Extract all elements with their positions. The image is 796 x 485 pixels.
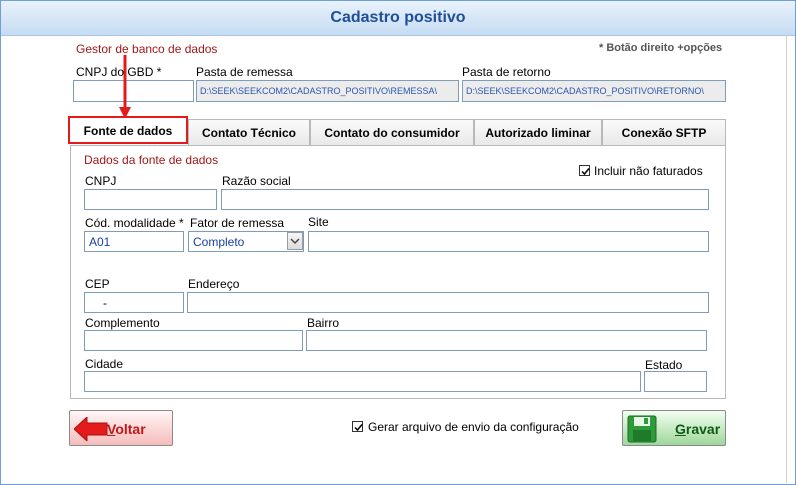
gravar-mnemonic: G (675, 421, 686, 437)
title-bar: Cadastro positivo (1, 1, 795, 36)
pasta-remessa-label: Pasta de remessa (196, 65, 293, 79)
fator-dropdown-button[interactable] (287, 232, 303, 250)
complemento-input[interactable] (84, 330, 303, 351)
pasta-remessa-input[interactable]: D:\SEEK\SEEKCOM2\CADASTRO_POSITIVO\REMES… (196, 80, 459, 102)
tab-autorizado-liminar[interactable]: Autorizado liminar (474, 119, 602, 145)
incluir-checkbox[interactable] (579, 165, 590, 176)
gerar-checkbox[interactable] (352, 421, 363, 432)
endereco-input[interactable] (187, 292, 709, 313)
estado-label: Estado (645, 358, 683, 372)
tab-conexao-sftp[interactable]: Conexão SFTP (602, 119, 726, 145)
modalidade-input[interactable]: A01 (84, 231, 184, 252)
cnpj-input[interactable] (84, 189, 217, 210)
cidade-label: Cidade (85, 357, 124, 371)
site-input[interactable] (308, 231, 709, 252)
bairro-label: Bairro (307, 316, 340, 330)
voltar-button[interactable]: Voltar (69, 410, 173, 446)
check-icon (354, 424, 363, 432)
razao-input[interactable] (221, 189, 709, 210)
annotation-arrow-icon (119, 55, 131, 119)
incluir-label: Incluir não faturados (594, 164, 703, 178)
cep-label: CEP (85, 277, 110, 291)
bairro-input[interactable] (306, 330, 707, 351)
arrow-left-icon (74, 417, 108, 441)
tab-contato-consumidor[interactable]: Contato do consumidor (310, 119, 474, 145)
endereco-label: Endereço (188, 277, 240, 291)
gravar-button[interactable]: Gravar (622, 410, 726, 446)
window: Cadastro positivo Gestor de banco de dad… (0, 0, 796, 485)
cep-input[interactable]: - (84, 292, 184, 313)
tab-contato-tecnico[interactable]: Contato Técnico (188, 119, 310, 145)
floppy-disk-icon (627, 415, 657, 443)
window-edge (786, 35, 787, 483)
chevron-down-icon (290, 238, 300, 245)
site-label: Site (308, 215, 329, 229)
gestor-label: Gestor de banco de dados (76, 42, 218, 56)
tab-fonte-de-dados[interactable]: Fonte de dados (68, 116, 188, 144)
cnpj-gbd-input[interactable] (73, 80, 194, 102)
check-icon (581, 168, 590, 176)
hint-text: * Botão direito +opções (599, 42, 723, 54)
gerar-label: Gerar arquivo de envio da configuração (368, 420, 579, 434)
section-title: Dados da fonte de dados (84, 153, 219, 167)
voltar-label: Voltar (107, 421, 146, 437)
gravar-label-rest: ravar (685, 421, 721, 437)
tab-panel (70, 145, 726, 399)
gravar-label: Gravar (675, 421, 720, 437)
estado-input[interactable] (644, 371, 707, 392)
modalidade-label: Cód. modalidade * (85, 216, 184, 230)
razao-label: Razão social (222, 174, 291, 188)
pasta-retorno-label: Pasta de retorno (462, 65, 551, 79)
pasta-retorno-input[interactable]: D:\SEEK\SEEKCOM2\CADASTRO_POSITIVO\RETOR… (462, 80, 726, 102)
cnpj-label: CNPJ (85, 174, 117, 188)
voltar-label-rest: oltar (115, 421, 146, 437)
window-title: Cadastro positivo (330, 9, 466, 26)
cidade-input[interactable] (84, 371, 641, 392)
complemento-label: Complemento (85, 316, 160, 330)
fator-label: Fator de remessa (190, 216, 285, 230)
